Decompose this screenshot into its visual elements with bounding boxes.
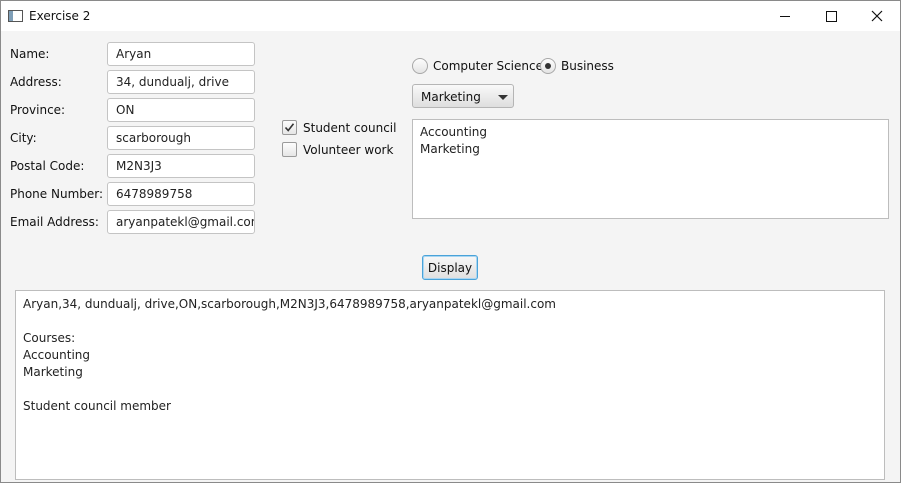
output-line: Accounting xyxy=(23,348,91,362)
business-radio[interactable] xyxy=(540,58,556,74)
computer-science-label[interactable]: Computer Science xyxy=(433,59,543,73)
app-window: Exercise 2 Name: Aryan Address: 34, dund… xyxy=(0,0,901,483)
address-label: Address: xyxy=(10,75,62,89)
province-field[interactable]: ON xyxy=(107,98,255,122)
postal-code-field[interactable]: M2N3J3 xyxy=(107,154,255,178)
email-address-label: Email Address: xyxy=(10,215,99,229)
maximize-button[interactable] xyxy=(808,1,854,31)
postal-code-label: Postal Code: xyxy=(10,159,85,173)
chevron-down-icon xyxy=(498,95,508,100)
window-app-icon xyxy=(8,10,23,22)
output-textarea[interactable]: Aryan,34, dundualj, drive,ON,scarborough… xyxy=(15,290,885,480)
output-line: Marketing xyxy=(23,365,83,379)
output-line: Courses: xyxy=(23,331,76,345)
list-item[interactable]: Accounting xyxy=(420,124,881,141)
phone-number-label: Phone Number: xyxy=(10,187,104,201)
minimize-button[interactable] xyxy=(762,1,808,31)
computer-science-radio[interactable] xyxy=(412,58,428,74)
student-council-checkbox[interactable] xyxy=(282,120,297,135)
minimize-icon xyxy=(780,15,790,17)
city-label: City: xyxy=(10,131,37,145)
window-title: Exercise 2 xyxy=(29,9,91,23)
close-button[interactable] xyxy=(854,1,900,31)
maximize-icon xyxy=(825,10,837,22)
checkmark-icon xyxy=(284,123,295,132)
student-council-label[interactable]: Student council xyxy=(303,121,396,135)
email-address-field[interactable]: aryanpatekl@gmail.com xyxy=(107,210,255,234)
output-line: Student council member xyxy=(23,399,171,413)
title-bar: Exercise 2 xyxy=(1,1,900,31)
list-item[interactable]: Marketing xyxy=(420,141,881,158)
province-label: Province: xyxy=(10,103,66,117)
combobox-value: Marketing xyxy=(421,90,481,104)
volunteer-work-label[interactable]: Volunteer work xyxy=(303,143,393,157)
close-icon xyxy=(871,10,883,22)
output-line: Aryan,34, dundualj, drive,ON,scarborough… xyxy=(23,297,556,311)
business-label[interactable]: Business xyxy=(561,59,614,73)
phone-number-field[interactable]: 6478989758 xyxy=(107,182,255,206)
name-label: Name: xyxy=(10,47,50,61)
course-combobox[interactable]: Marketing xyxy=(412,84,514,108)
city-field[interactable]: scarborough xyxy=(107,126,255,150)
display-button[interactable]: Display xyxy=(422,255,478,280)
radio-selected-dot xyxy=(545,63,551,69)
name-field[interactable]: Aryan xyxy=(107,42,255,66)
course-list[interactable]: Accounting Marketing xyxy=(412,119,889,219)
volunteer-work-checkbox[interactable] xyxy=(282,142,297,157)
address-field[interactable]: 34, dundualj, drive xyxy=(107,70,255,94)
